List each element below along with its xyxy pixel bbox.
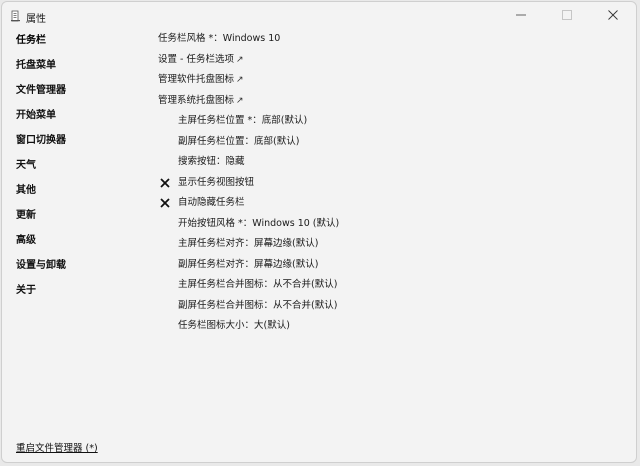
search-button-option[interactable]: 搜索按钮：隐藏 xyxy=(158,155,628,176)
start-button-style-option[interactable]: 开始按钮风格 *：Windows 10 (默认) xyxy=(158,217,628,238)
manage-system-tray-icons-label: 管理系统托盘图标 xyxy=(158,94,235,106)
sidebar-item-tray-menu[interactable]: 托盘菜单 xyxy=(16,58,146,83)
sidebar-item-taskbar[interactable]: 任务栏 xyxy=(16,33,146,58)
sidebar-item-about[interactable]: 关于 xyxy=(16,283,146,308)
primary-taskbar-position-option[interactable]: 主屏任务栏位置 *：底部(默认) xyxy=(158,114,628,135)
x-mark-icon xyxy=(159,176,171,190)
sidebar-item-weather[interactable]: 天气 xyxy=(16,158,146,183)
external-link-icon: ↗ xyxy=(235,54,244,65)
app-icon xyxy=(10,10,22,22)
taskbar-style-option[interactable]: 任务栏风格 *：Windows 10 xyxy=(158,32,628,53)
settings-panel: 任务栏风格 *：Windows 10 设置 - 任务栏选项 ↗ 管理软件托盘图标 ↗… xyxy=(158,32,628,340)
close-icon xyxy=(608,9,618,23)
sidebar-item-file-explorer[interactable]: 文件管理器 xyxy=(16,83,146,108)
restart-file-explorer-link[interactable]: 重启文件管理器 (*) xyxy=(16,440,98,454)
sidebar-item-settings-uninstall[interactable]: 设置与卸载 xyxy=(16,258,146,283)
title-bar[interactable]: 属性 xyxy=(2,2,636,30)
show-task-view-button-toggle[interactable]: 显示任务视图按钮 xyxy=(158,176,628,197)
secondary-combine-icons-option[interactable]: 副屏任务栏合并图标：从不合并(默认) xyxy=(158,299,628,320)
maximize-icon xyxy=(562,9,572,23)
manage-system-tray-icons-link[interactable]: 管理系统托盘图标 ↗ xyxy=(158,94,628,115)
taskbar-options-label: 设置 - 任务栏选项 xyxy=(158,53,234,65)
properties-window: 属性 任务栏 托盘菜单 文件管理器 开始菜单 窗口切换器 天气 其他 更新 高级… xyxy=(1,1,637,463)
primary-combine-icons-option[interactable]: 主屏任务栏合并图标：从不合并(默认) xyxy=(158,278,628,299)
manage-tray-icons-link[interactable]: 管理软件托盘图标 ↗ xyxy=(158,73,628,94)
auto-hide-taskbar-toggle[interactable]: 自动隐藏任务栏 xyxy=(158,196,628,217)
minimize-button[interactable] xyxy=(498,2,544,30)
window-title: 属性 xyxy=(26,14,46,25)
sidebar-item-update[interactable]: 更新 xyxy=(16,208,146,233)
manage-tray-icons-label: 管理软件托盘图标 xyxy=(158,74,235,85)
secondary-taskbar-alignment-option[interactable]: 副屏任务栏对齐：屏幕边缘(默认) xyxy=(158,258,628,279)
taskbar-icon-size-option[interactable]: 任务栏图标大小：大(默认) xyxy=(158,319,628,340)
secondary-taskbar-position-option[interactable]: 副屏任务栏位置：底部(默认) xyxy=(158,135,628,156)
taskbar-options-link[interactable]: 设置 - 任务栏选项 ↗ xyxy=(158,53,628,74)
sidebar-item-advanced[interactable]: 高级 xyxy=(16,233,146,258)
minimize-icon xyxy=(516,10,526,23)
x-mark-icon xyxy=(159,196,171,210)
external-link-icon: ↗ xyxy=(236,95,244,106)
sidebar-item-start-menu[interactable]: 开始菜单 xyxy=(16,108,146,133)
sidebar: 任务栏 托盘菜单 文件管理器 开始菜单 窗口切换器 天气 其他 更新 高级 设置… xyxy=(16,33,146,308)
maximize-button[interactable] xyxy=(544,2,590,30)
primary-taskbar-alignment-option[interactable]: 主屏任务栏对齐：屏幕边缘(默认) xyxy=(158,237,628,258)
close-button[interactable] xyxy=(590,2,636,30)
show-task-view-button-label: 显示任务视图按钮 xyxy=(178,176,255,188)
external-link-icon: ↗ xyxy=(236,75,244,85)
sidebar-item-other[interactable]: 其他 xyxy=(16,183,146,208)
auto-hide-taskbar-label: 自动隐藏任务栏 xyxy=(178,197,245,208)
sidebar-item-window-switcher[interactable]: 窗口切换器 xyxy=(16,133,146,158)
